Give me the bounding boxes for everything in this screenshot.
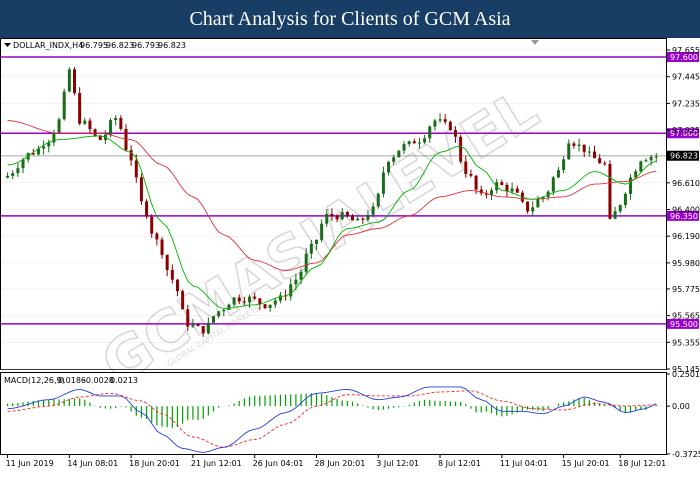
y-tick-label: 96.610 xyxy=(672,179,700,188)
candle-body xyxy=(654,156,658,158)
x-tick-label: 14 Jun 08:01 xyxy=(67,459,118,468)
y-tick-label: 95.565 xyxy=(672,312,700,321)
x-tick-label: 8 Jul 12:01 xyxy=(438,459,481,468)
candle-body xyxy=(438,119,442,121)
candle-body xyxy=(577,144,581,146)
candle-body xyxy=(170,269,174,280)
y-tick-label: 97.025 xyxy=(672,126,700,135)
candle-body xyxy=(639,161,643,172)
macd-header: MACD(12,26,9) 0.0186 -0.0028 0.0213 xyxy=(4,376,138,385)
macd-tick-label: 0.2501 xyxy=(672,370,700,379)
candle-body xyxy=(500,182,504,185)
candle-body xyxy=(613,211,617,219)
candle-body xyxy=(145,201,149,217)
header-low: 96.793 xyxy=(132,41,160,50)
candle-body xyxy=(618,205,622,212)
candle-body xyxy=(155,233,159,240)
header-symbol: DOLLAR_INDX,H4 xyxy=(13,41,83,50)
macd-value-main: 0.0186 xyxy=(58,376,86,385)
y-tick-label: 97.445 xyxy=(672,73,700,82)
x-tick-label: 3 Jul 12:01 xyxy=(376,459,419,468)
y-tick-label: 95.355 xyxy=(672,338,700,347)
candle-body xyxy=(587,151,591,153)
level-label: 95.500 xyxy=(670,320,698,329)
candle-body xyxy=(536,199,540,208)
candle-body xyxy=(11,173,15,176)
macd-value-hist: 0.0213 xyxy=(110,376,138,385)
candle-body xyxy=(598,158,602,164)
macd-y-axis: 0.2501 0.00 -0.3725 xyxy=(666,370,700,459)
candle-body xyxy=(160,239,164,255)
candle-body xyxy=(531,207,535,212)
chart-banner: Chart Analysis for Clients of GCM Asia xyxy=(0,0,700,38)
x-tick-label: 21 Jun 12:01 xyxy=(191,459,242,468)
candle-body xyxy=(109,120,113,135)
candle-body xyxy=(62,91,66,120)
x-tick-label: 26 Jun 04:01 xyxy=(253,459,304,468)
candle-body xyxy=(562,159,566,171)
candle-body xyxy=(490,190,494,195)
macd-params: MACD(12,26,9) xyxy=(4,376,65,385)
candle-body xyxy=(551,177,555,192)
candle-body xyxy=(114,118,118,121)
candle-body xyxy=(83,120,87,124)
candle-body xyxy=(21,159,25,169)
x-tick-label: 28 Jun 20:01 xyxy=(314,459,365,468)
current-price-label: 96.823 xyxy=(670,152,698,161)
candle-body xyxy=(119,118,123,129)
y-tick-label: 97.655 xyxy=(672,46,700,55)
x-tick-label: 18 Jun 20:01 xyxy=(129,459,180,468)
candle-body xyxy=(93,129,97,136)
candle-body xyxy=(134,160,138,178)
candle-body xyxy=(567,143,571,160)
candle-body xyxy=(88,120,92,130)
candle-body xyxy=(644,160,648,162)
candle-body xyxy=(42,146,46,149)
chart-area: 97.60097.00096.35095.500 GCMASIALEVEL GL… xyxy=(0,38,700,468)
candle-body xyxy=(57,119,61,133)
macd-tick-label: 0.00 xyxy=(672,402,690,411)
candle-body xyxy=(16,168,20,174)
candle-body xyxy=(623,193,627,206)
macd-panel: MACD(12,26,9) 0.0186 -0.0028 0.0213 xyxy=(0,372,667,455)
candle-body xyxy=(608,164,612,219)
candle-body xyxy=(649,156,653,161)
time-axis: 11 Jun 2019 14 Jun 08:01 18 Jun 20:01 21 Ju… xyxy=(6,454,666,468)
candle-body xyxy=(6,175,10,178)
candle-body xyxy=(556,170,560,178)
y-tick-label: 97.235 xyxy=(672,99,700,108)
main-panel: 97.60097.00096.35095.500 GCMASIALEVEL GL… xyxy=(0,38,699,398)
y-tick-label: 96.400 xyxy=(672,206,700,215)
candle-body xyxy=(73,69,77,94)
candle-body xyxy=(78,93,82,124)
x-tick-label: 11 Jul 04:01 xyxy=(500,459,548,468)
y-tick-label: 95.775 xyxy=(672,285,700,294)
macd-tick-label: -0.3725 xyxy=(672,450,700,459)
candle-body xyxy=(150,216,154,234)
candle-body xyxy=(603,163,607,165)
header-open: 96.795 xyxy=(80,41,108,50)
header-high: 96.823 xyxy=(106,41,134,50)
banner-title: Chart Analysis for Clients of GCM Asia xyxy=(189,8,511,30)
candle-body xyxy=(67,69,71,92)
candle-body xyxy=(572,143,576,146)
x-tick-label: 15 Jul 20:01 xyxy=(562,459,610,468)
candle-body xyxy=(165,254,169,270)
x-tick-label: 11 Jun 2019 xyxy=(6,459,54,468)
y-tick-label: 95.980 xyxy=(672,259,700,268)
candle-body xyxy=(515,188,519,193)
candle-body xyxy=(139,177,143,202)
header-close: 96.823 xyxy=(158,41,186,50)
candle-body xyxy=(592,151,596,159)
x-tick-label: 18 Jul 12:01 xyxy=(618,459,666,468)
candle-body xyxy=(510,188,514,192)
candle-body xyxy=(582,144,586,152)
candle-body xyxy=(526,201,530,212)
y-tick-label: 96.190 xyxy=(672,232,700,241)
chart-header: DOLLAR_INDX,H4 96.795 96.823 96.793 96.8… xyxy=(4,41,186,50)
